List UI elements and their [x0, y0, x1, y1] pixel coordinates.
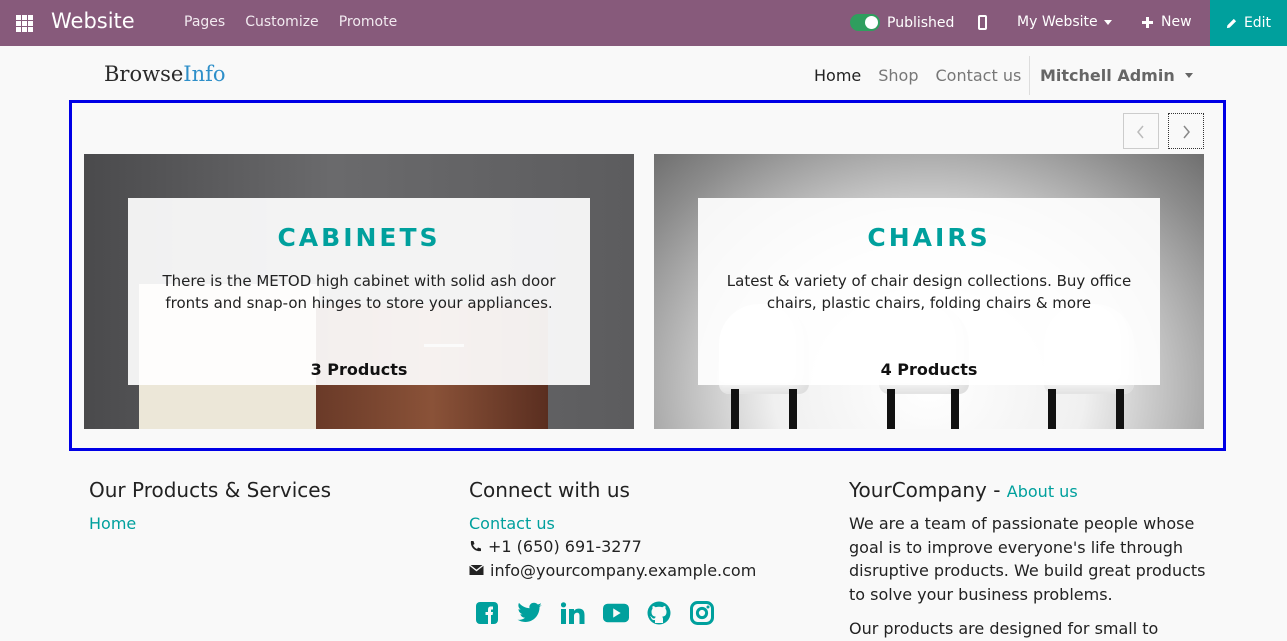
- logo-browse: Browse: [104, 62, 184, 86]
- envelope-icon: [469, 564, 484, 576]
- category-panel: CHAIRS Latest & variety of chair design …: [698, 198, 1160, 385]
- category-title[interactable]: CHAIRS: [698, 223, 1160, 252]
- nav-divider: [1029, 56, 1030, 95]
- site-navigation: Home Shop Contact us: [814, 66, 1038, 85]
- category-card-cabinets[interactable]: CABINETS There is the METOD high cabinet…: [84, 154, 634, 429]
- footer-phone: +1 (650) 691-3277: [469, 535, 756, 559]
- published-label: Published: [887, 14, 955, 31]
- nav-home[interactable]: Home: [814, 66, 861, 85]
- carousel-prev-button[interactable]: [1123, 113, 1159, 149]
- company-description-more: Our products are designed for small to: [849, 619, 1159, 638]
- chevron-right-icon: [1183, 125, 1190, 139]
- phone-number: +1 (650) 691-3277: [488, 537, 642, 556]
- edit-button[interactable]: Edit: [1210, 0, 1287, 46]
- footer-email: info@yourcompany.example.com: [469, 559, 756, 583]
- footer-company-column: YourCompany - About us We are a team of …: [849, 478, 1209, 641]
- new-button[interactable]: New: [1142, 14, 1192, 30]
- instagram-icon[interactable]: [689, 600, 715, 626]
- category-title[interactable]: CABINETS: [128, 223, 590, 252]
- category-panel: CABINETS There is the METOD high cabinet…: [128, 198, 590, 385]
- user-menu[interactable]: Mitchell Admin: [1040, 66, 1193, 85]
- toggle-switch[interactable]: [850, 14, 880, 31]
- github-icon[interactable]: [646, 600, 672, 626]
- published-toggle[interactable]: Published: [850, 14, 954, 31]
- company-name: YourCompany: [849, 478, 987, 502]
- edit-button-label: Edit: [1243, 15, 1272, 31]
- phone-icon: [470, 541, 481, 552]
- admin-topbar: Website Pages Customize Promote Publishe…: [0, 0, 1287, 46]
- category-description: There is the METOD high cabinet with sol…: [162, 272, 556, 312]
- nav-contact-us[interactable]: Contact us: [936, 66, 1022, 85]
- footer-heading: Connect with us: [469, 478, 630, 502]
- category-product-count[interactable]: 3 Products: [128, 360, 590, 379]
- admin-menu: Pages Customize Promote: [184, 14, 397, 30]
- plus-icon: [1142, 16, 1153, 28]
- footer-heading: Our Products & Services: [89, 478, 332, 502]
- chevron-down-icon: [1103, 19, 1112, 25]
- category-product-count[interactable]: 4 Products: [698, 360, 1160, 379]
- carousel-next-button[interactable]: [1168, 113, 1204, 149]
- email-address[interactable]: info@yourcompany.example.com: [490, 559, 756, 583]
- menu-promote[interactable]: Promote: [339, 14, 398, 30]
- footer-heading: YourCompany - About us: [849, 478, 1078, 502]
- footer-link-home[interactable]: Home: [89, 512, 331, 535]
- facebook-icon[interactable]: [474, 600, 500, 626]
- company-description: We are a team of passionate people whose…: [849, 514, 1206, 604]
- twitter-icon[interactable]: [517, 600, 543, 626]
- linkedin-icon[interactable]: [560, 600, 586, 626]
- app-name: Website: [51, 9, 135, 33]
- chevron-left-icon: [1137, 125, 1144, 139]
- menu-pages[interactable]: Pages: [184, 14, 225, 30]
- user-name: Mitchell Admin: [1040, 66, 1175, 85]
- menu-customize[interactable]: Customize: [245, 14, 319, 30]
- mobile-preview-icon[interactable]: [978, 15, 987, 30]
- category-card-chairs[interactable]: CHAIRS Latest & variety of chair design …: [654, 154, 1204, 429]
- website-selector[interactable]: My Website: [1017, 14, 1112, 30]
- youtube-icon[interactable]: [603, 600, 629, 626]
- pencil-icon: [1226, 18, 1237, 28]
- nav-shop[interactable]: Shop: [878, 66, 918, 85]
- apps-grid-icon[interactable]: [16, 15, 34, 32]
- about-us-link[interactable]: About us: [1007, 482, 1078, 501]
- chevron-down-icon: [1184, 73, 1193, 78]
- footer-products-column: Our Products & Services Home: [89, 478, 331, 535]
- site-logo[interactable]: BrowseInfo: [104, 62, 226, 86]
- logo-info: Info: [183, 62, 226, 86]
- footer-link-contact[interactable]: Contact us: [469, 512, 756, 535]
- new-button-label: New: [1161, 14, 1192, 30]
- website-selector-label: My Website: [1017, 14, 1098, 30]
- social-links: [474, 600, 715, 626]
- category-description: Latest & variety of chair design collect…: [726, 272, 1132, 312]
- footer-connect-column: Connect with us Contact us +1 (650) 691-…: [469, 478, 756, 582]
